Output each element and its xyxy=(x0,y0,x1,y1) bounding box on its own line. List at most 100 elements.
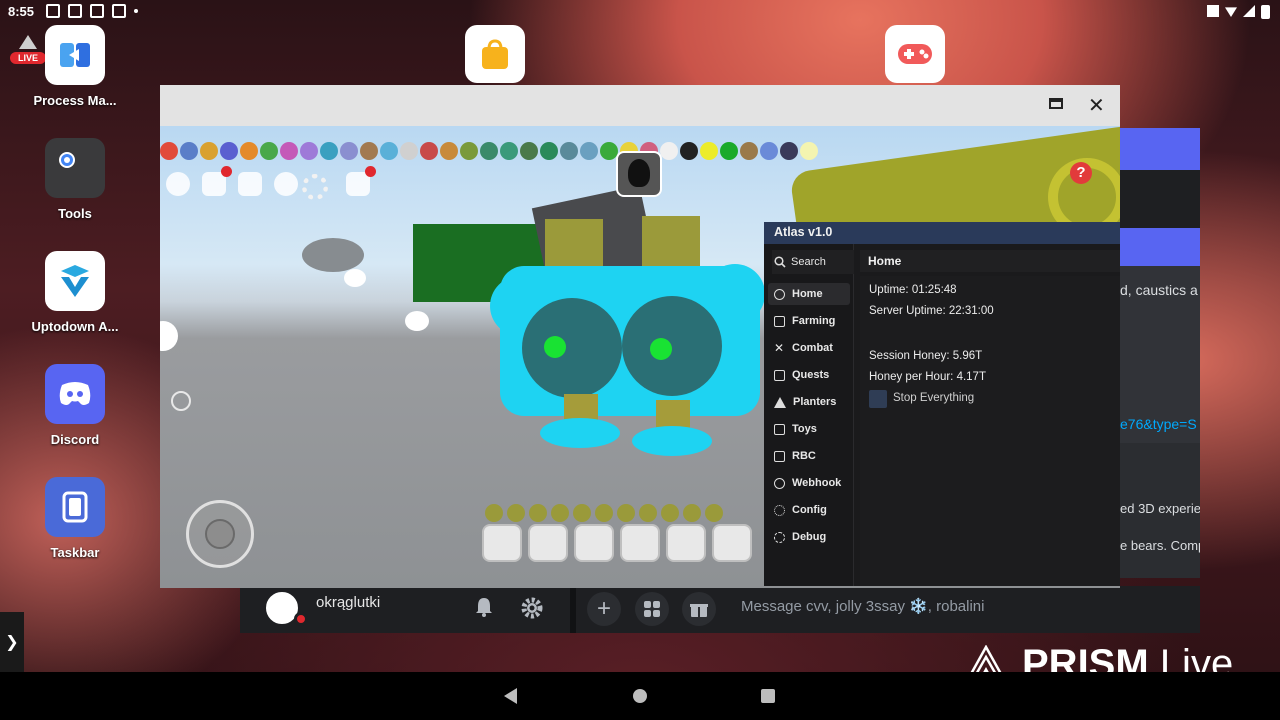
side-panel-arrow[interactable]: ❯ xyxy=(0,612,24,672)
search-icon xyxy=(774,256,786,268)
atlas-nav-toys[interactable]: Toys xyxy=(768,418,850,440)
process-manager-icon xyxy=(45,25,105,85)
hotbar-slot[interactable] xyxy=(712,524,752,562)
apps-button[interactable] xyxy=(635,592,669,626)
hotbar-slot[interactable] xyxy=(482,524,522,562)
discord-dark-strip xyxy=(1120,170,1200,228)
back-icon[interactable] xyxy=(504,688,517,704)
hotbar-slot[interactable] xyxy=(666,524,706,562)
bee-menu-icon[interactable] xyxy=(238,172,262,196)
quest-book-icon[interactable] xyxy=(202,166,232,196)
settings-gear-icon[interactable] xyxy=(520,596,544,620)
buff-icon xyxy=(580,142,598,160)
status-dnd-icon xyxy=(294,612,308,626)
hotbar-buffs xyxy=(485,504,723,522)
discord-text-snippet-2: ed 3D experie xyxy=(1120,501,1200,516)
app-notification-icon xyxy=(68,4,82,18)
buff-icon xyxy=(683,504,701,522)
buff-icon xyxy=(360,142,378,160)
maximize-icon[interactable] xyxy=(1049,98,1063,109)
buff-icon xyxy=(639,504,657,522)
buff-icon xyxy=(260,142,278,160)
discord-bottom-bar: okrąglutki + Message cvv, jolly 3ssay ❄️… xyxy=(240,586,1200,633)
atlas-nav-config[interactable]: Config xyxy=(768,499,850,521)
buff-icon xyxy=(420,142,438,160)
close-icon[interactable]: ✕ xyxy=(1088,93,1105,118)
gift-button[interactable] xyxy=(682,592,716,626)
bell-icon[interactable] xyxy=(474,596,494,618)
help-icon[interactable]: ? xyxy=(1070,162,1092,184)
game-cloud xyxy=(344,269,366,287)
more-dot-icon xyxy=(134,9,138,13)
discord-link-snippet[interactable]: e76&type=S xyxy=(1120,416,1197,432)
bee-eye xyxy=(522,298,622,398)
buff-icon xyxy=(595,504,613,522)
shop-icon[interactable] xyxy=(346,166,376,196)
game-bee-character xyxy=(500,266,760,416)
hotbar-slot[interactable] xyxy=(574,524,614,562)
desktop-app-tools[interactable]: Tools xyxy=(20,138,130,221)
atlas-nav-label: Planters xyxy=(793,396,837,408)
buff-icon xyxy=(780,142,798,160)
buff-icon xyxy=(520,142,538,160)
egg-icon[interactable] xyxy=(166,172,190,196)
buff-icon xyxy=(240,142,258,160)
discord-text-snippet-3: e bears. Comp xyxy=(1120,538,1200,553)
bee-ear-left xyxy=(545,219,603,269)
link-icon xyxy=(774,477,785,489)
atlas-nav-quests[interactable]: Quests xyxy=(768,364,850,386)
desktop-app-discord[interactable]: Discord xyxy=(20,364,130,447)
movement-joystick[interactable] xyxy=(186,500,254,568)
atlas-nav-farming[interactable]: Farming xyxy=(768,310,850,332)
buff-icon xyxy=(720,142,738,160)
atlas-nav-debug[interactable]: Debug xyxy=(768,526,850,548)
swords-icon: ✕ xyxy=(774,340,785,355)
atlas-title-bar[interactable]: Atlas v1.0 xyxy=(764,222,1120,244)
window-title-bar[interactable]: ✕ xyxy=(160,85,1120,126)
atlas-nav-webhook[interactable]: Webhook xyxy=(768,472,850,494)
stop-everything-checkbox[interactable] xyxy=(869,390,887,408)
badge-icon[interactable] xyxy=(274,172,298,196)
hotbar-slot[interactable] xyxy=(620,524,660,562)
shift-lock-icon[interactable] xyxy=(171,391,191,411)
bee-foot xyxy=(632,426,712,456)
apps-icon xyxy=(644,601,660,617)
home-button-icon[interactable] xyxy=(633,689,647,703)
message-input[interactable]: Message cvv, jolly 3ssay ❄️, robalini xyxy=(741,597,985,615)
desktop-app-taskbar[interactable]: Taskbar xyxy=(20,477,130,560)
atlas-nav-label: Farming xyxy=(792,315,836,327)
atlas-nav-planters[interactable]: Planters xyxy=(768,391,850,413)
buff-icon xyxy=(705,504,723,522)
buff-icon xyxy=(760,142,778,160)
chevron-right-icon: ❯ xyxy=(5,634,19,651)
atlas-search[interactable]: Search xyxy=(772,250,854,274)
atlas-nav-label: Webhook xyxy=(792,477,842,489)
add-attachment-button[interactable]: + xyxy=(587,592,621,626)
joystick-knob[interactable] xyxy=(205,519,235,549)
atlas-nav-rbc[interactable]: RBC xyxy=(768,445,850,467)
atlas-nav-combat[interactable]: ✕ Combat xyxy=(768,337,850,359)
notification-badge xyxy=(365,166,376,177)
buff-icon xyxy=(740,142,758,160)
buff-bar xyxy=(160,142,818,160)
bee-foot xyxy=(540,418,620,448)
recents-icon[interactable] xyxy=(761,689,775,703)
discord-header-bar xyxy=(1120,128,1200,170)
buff-icon xyxy=(440,142,458,160)
desktop-app-uptodown[interactable]: Uptodown A... xyxy=(20,251,130,334)
username[interactable]: okrąglutki xyxy=(316,594,380,611)
game-settings-gear-icon[interactable] xyxy=(302,174,328,200)
atlas-nav-home[interactable]: Home xyxy=(768,283,850,305)
shop-app-button[interactable] xyxy=(465,25,525,83)
gear-icon xyxy=(774,504,785,516)
buff-icon xyxy=(400,142,418,160)
hotbar-slot[interactable] xyxy=(528,524,568,562)
game-center-app-button[interactable] xyxy=(885,25,945,83)
buff-icon xyxy=(660,142,678,160)
stop-everything-label[interactable]: Stop Everything xyxy=(893,392,974,404)
atlas-panel[interactable]: Atlas v1.0 Search Home Farming ✕ Combat Q… xyxy=(764,222,1120,586)
buff-icon xyxy=(320,142,338,160)
player-avatar-icon[interactable] xyxy=(616,151,662,197)
desktop-app-process-manager[interactable]: Process Ma... xyxy=(20,25,130,108)
atlas-home-content: Uptime: 01:25:48 Server Uptime: 22:31:00… xyxy=(860,276,1120,586)
